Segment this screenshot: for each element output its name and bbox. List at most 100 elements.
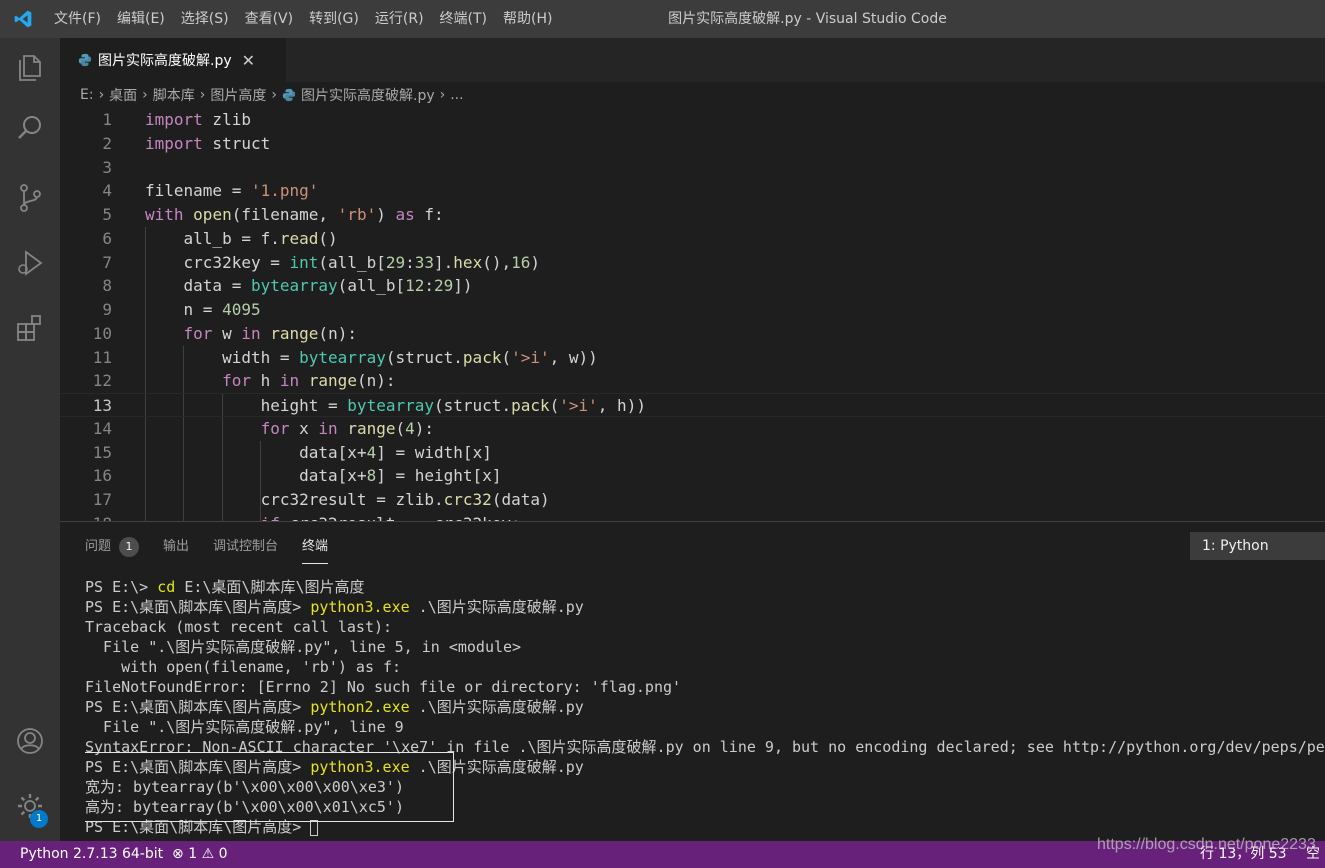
- menu-item[interactable]: 编辑(E): [109, 0, 173, 38]
- code-line[interactable]: 16 data[x+8] = height[x]: [60, 464, 1325, 488]
- code-text: width = bytearray(struct.pack('>i', w)): [145, 346, 598, 370]
- code-token: [: [337, 466, 348, 486]
- code-token: 33: [414, 252, 435, 272]
- code-line[interactable]: 13 height = bytearray(struct.pack('>i', …: [60, 393, 1325, 417]
- code-token: h: [250, 371, 280, 391]
- code-token: ): [530, 252, 541, 272]
- terminal-text: PS E:\>: [85, 578, 158, 596]
- line-number: 12: [92, 371, 112, 391]
- code-token: pack: [462, 347, 502, 367]
- code-line[interactable]: 3: [60, 156, 1325, 180]
- explorer-icon[interactable]: [0, 38, 60, 98]
- code-token: height: [414, 466, 473, 486]
- tab-problems[interactable]: 问题 1: [85, 532, 140, 562]
- code-line[interactable]: 8 data = bytearray(all_b[12:29]): [60, 274, 1325, 298]
- code-line[interactable]: 12 for h in range(n):: [60, 369, 1325, 393]
- menu-item[interactable]: 转到(G): [301, 0, 367, 38]
- code-line[interactable]: 15 data[x+4] = width[x]: [60, 441, 1325, 465]
- code-line[interactable]: 2 import struct: [60, 132, 1325, 156]
- breadcrumb-item[interactable]: 图片高度: [210, 85, 266, 105]
- breadcrumb-item[interactable]: 脚本库: [153, 85, 195, 105]
- tab-debug-console[interactable]: 调试控制台: [213, 532, 278, 562]
- code-token: n: [366, 371, 377, 391]
- code-line[interactable]: 14 for x in range(4):: [60, 417, 1325, 441]
- code-token: (: [501, 347, 512, 367]
- code-token: 8: [366, 466, 377, 486]
- python-interpreter[interactable]: Python 2.7.13 64-bit: [20, 841, 163, 868]
- terminal-select[interactable]: 1: Python: [1190, 532, 1325, 560]
- line-number: 14: [92, 418, 112, 438]
- breadcrumb-item[interactable]: ...: [450, 87, 463, 103]
- code-token: data: [501, 490, 540, 509]
- terminal-line: PS E:\桌面\脚本库\图片高度>: [85, 817, 1325, 837]
- code-token: (: [549, 396, 560, 415]
- code-line[interactable]: 7 crc32key = int(all_b[29:33].hex(),16): [60, 251, 1325, 275]
- code-line[interactable]: 10 for w in range(n):: [60, 322, 1325, 346]
- code-line[interactable]: 5 with open(filename, 'rb') as f:: [60, 203, 1325, 227]
- code-token: .: [501, 396, 512, 415]
- code-token: '1.png': [250, 181, 319, 201]
- code-line[interactable]: 1 import zlib: [60, 108, 1325, 132]
- indentation[interactable]: 空格: [1306, 841, 1325, 868]
- code-token: ]: [482, 442, 492, 462]
- code-token: (: [356, 371, 367, 391]
- code-line[interactable]: 4 filename = '1.png': [60, 179, 1325, 203]
- code-token: +: [356, 466, 367, 486]
- terminal-command: python3.exe: [310, 758, 410, 776]
- search-icon[interactable]: [0, 98, 60, 158]
- menu-item[interactable]: 终端(T): [432, 0, 495, 38]
- settings-gear-icon[interactable]: 1: [0, 776, 60, 836]
- tab-active-file[interactable]: 图片实际高度破解.py ✕: [60, 38, 286, 82]
- menu-item[interactable]: 帮助(H): [495, 0, 560, 38]
- editor-tabs: 图片实际高度破解.py ✕: [60, 38, 1325, 82]
- code-text: import struct: [145, 132, 270, 156]
- menu-item[interactable]: 选择(S): [173, 0, 237, 38]
- breadcrumb-item[interactable]: 图片实际高度破解.py: [301, 85, 435, 105]
- extensions-icon[interactable]: [0, 298, 60, 358]
- problems-count-badge: 1: [119, 537, 140, 557]
- cursor-position[interactable]: 行 13，列 53: [1200, 841, 1287, 868]
- tab-terminal[interactable]: 终端: [302, 532, 329, 564]
- code-text: for x in range(4):: [145, 417, 434, 441]
- code-token: h: [617, 396, 627, 415]
- terminal-output[interactable]: PS E:\> cd E:\桌面\脚本库\图片高度 PS E:\桌面\脚本库\图片…: [85, 577, 1325, 842]
- code-token: :: [405, 252, 415, 272]
- code-token: 16: [511, 252, 531, 272]
- close-icon[interactable]: ✕: [242, 51, 255, 70]
- code-line[interactable]: 17 crc32result = zlib.crc32(data): [60, 488, 1325, 512]
- terminal-command: python2.exe: [310, 698, 410, 716]
- code-editor[interactable]: 1 import zlib 2 import struct 3 4 filename = '…: [60, 108, 1325, 521]
- account-icon[interactable]: [0, 711, 60, 771]
- breadcrumb-item[interactable]: 桌面: [109, 85, 137, 105]
- line-number: 11: [92, 347, 112, 367]
- code-token: w: [212, 323, 242, 343]
- code-token: open: [193, 205, 232, 224]
- chevron-right-icon: ›: [439, 87, 446, 103]
- line-number: 8: [102, 276, 112, 296]
- code-token: [: [337, 442, 348, 462]
- code-token: )): [626, 396, 646, 415]
- menu-item[interactable]: 查看(V): [237, 0, 302, 38]
- tab-output[interactable]: 输出: [163, 532, 189, 562]
- menu-item[interactable]: 运行(R): [367, 0, 432, 38]
- problems-status[interactable]: ⊗ 1 ⚠ 0: [172, 841, 228, 868]
- code-token: =: [260, 252, 290, 272]
- menu-item[interactable]: 文件(F): [46, 0, 109, 38]
- breadcrumb-item[interactable]: E:: [80, 87, 94, 103]
- tab-debug-console-label: 调试控制台: [213, 539, 279, 554]
- code-text: n = 4095: [145, 298, 261, 322]
- terminal-text: PS E:\桌面\脚本库\图片高度>: [85, 818, 311, 836]
- code-token: ):: [414, 418, 435, 438]
- code-line[interactable]: 9 n = 4095: [60, 298, 1325, 322]
- line-number: 10: [92, 323, 112, 343]
- code-token: (: [318, 323, 329, 343]
- code-line[interactable]: 11 width = bytearray(struct.pack('>i', w…: [60, 346, 1325, 370]
- run-debug-icon[interactable]: [0, 233, 60, 293]
- source-control-icon[interactable]: [0, 168, 60, 228]
- code-line[interactable]: 6 all_b = f.read(): [60, 227, 1325, 251]
- code-line[interactable]: 18 if crc32result == crc32key:: [60, 512, 1325, 521]
